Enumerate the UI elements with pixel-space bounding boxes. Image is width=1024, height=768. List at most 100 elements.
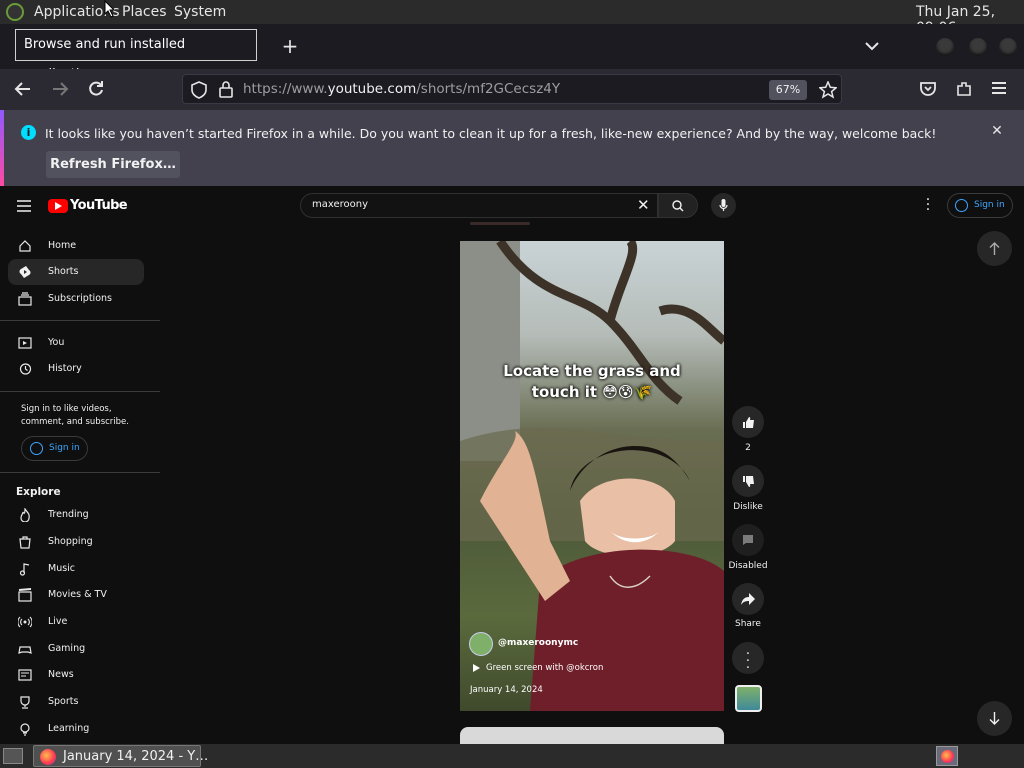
youtube-logo[interactable]: YouTube — [48, 198, 128, 214]
comments-button[interactable] — [732, 524, 764, 556]
clear-search-icon[interactable]: ✕ — [637, 197, 650, 213]
more-options-icon[interactable]: · · · — [925, 193, 931, 217]
sidebar-item-label: Live — [48, 616, 68, 627]
sidebar-item-trending[interactable]: Trending — [8, 502, 144, 528]
taskbar-window-button[interactable]: January 14, 2024 - Y… — [33, 745, 208, 767]
more-actions-button[interactable]: · · · — [732, 642, 764, 675]
forward-icon[interactable] — [51, 81, 69, 97]
sidebar-divider — [0, 320, 160, 321]
you-icon — [18, 337, 32, 349]
previous-short-edge — [470, 222, 530, 225]
sidebar-sign-in-button[interactable]: Sign in — [21, 436, 88, 461]
share-button[interactable] — [732, 583, 764, 615]
pocket-icon[interactable] — [919, 80, 937, 98]
distro-logo-icon[interactable] — [6, 3, 24, 21]
search-input[interactable]: maxeroony — [312, 199, 368, 210]
sidebar-item-music[interactable]: Music — [8, 556, 144, 582]
search-icon — [672, 200, 684, 212]
green-screen-credit[interactable]: Green screen with @okcron — [486, 663, 603, 673]
search-button[interactable] — [658, 193, 698, 218]
window-minimize-icon[interactable] — [936, 38, 954, 56]
firefox-mini-icon — [941, 750, 954, 763]
sound-avatar[interactable] — [735, 685, 762, 712]
sidebar-item-movies-tv[interactable]: Movies & TV — [8, 582, 144, 608]
thumbs-down-icon — [742, 476, 754, 487]
show-desktop-icon[interactable] — [3, 748, 23, 764]
back-icon[interactable] — [14, 81, 32, 97]
tab-list-chevron-icon[interactable] — [865, 41, 879, 51]
sidebar-item-live[interactable]: Live — [8, 609, 144, 635]
mouse-cursor-icon — [104, 0, 116, 18]
url-host: youtube.com — [327, 81, 417, 97]
sign-in-prompt: Sign in to like videos, comment, and sub… — [21, 404, 129, 427]
window-close-icon[interactable] — [999, 38, 1017, 56]
arrow-up-icon — [989, 242, 1000, 255]
sidebar-item-label: Gaming — [48, 643, 86, 654]
sidebar-divider — [0, 472, 160, 473]
sidebar-item-learning[interactable]: Learning — [8, 716, 144, 742]
live-icon — [18, 616, 32, 628]
home-icon — [19, 240, 31, 252]
play-triangle-icon — [55, 202, 62, 210]
share-icon — [741, 593, 755, 605]
sidebar-item-shopping[interactable]: Shopping — [8, 529, 144, 555]
url-prefix: https://www. — [243, 81, 328, 97]
sidebar-item-subscriptions[interactable]: Subscriptions — [8, 286, 144, 312]
new-tab-icon[interactable]: + — [280, 34, 300, 58]
learning-icon — [20, 723, 30, 736]
sidebar-item-label: You — [48, 337, 65, 348]
channel-avatar[interactable] — [469, 632, 493, 656]
video-caption: Locate the grass and touch it 😳😰🌾 — [460, 361, 724, 403]
sidebar-item-label: Music — [48, 563, 76, 574]
taskbar: January 14, 2024 - Y… — [0, 744, 1024, 768]
short-date: January 14, 2024 — [470, 685, 543, 695]
search-box[interactable]: maxeroony ✕ — [300, 193, 658, 218]
places-menu[interactable]: Places — [122, 4, 167, 20]
dislike-button[interactable] — [732, 465, 764, 497]
like-count: 2 — [745, 443, 751, 453]
news-icon — [18, 669, 32, 681]
extensions-icon[interactable] — [955, 80, 973, 98]
url-bar[interactable]: https://www.youtube.com/shorts/mf2GCecsz… — [182, 74, 842, 104]
bookmark-star-icon[interactable] — [819, 81, 837, 99]
trending-icon — [20, 508, 30, 522]
shopping-icon — [19, 536, 31, 549]
shield-icon[interactable] — [191, 81, 207, 99]
guide-menu-icon[interactable] — [17, 200, 31, 212]
sidebar-item-label: Shopping — [48, 536, 93, 547]
sidebar-item-you[interactable]: You — [8, 330, 144, 356]
lock-icon[interactable] — [219, 81, 233, 98]
sidebar-item-label: Shorts — [48, 266, 79, 277]
system-menu[interactable]: System — [174, 4, 226, 20]
previous-short-button[interactable] — [977, 231, 1012, 266]
channel-name[interactable]: @maxeroonymc — [498, 638, 578, 648]
comment-icon — [743, 535, 753, 545]
dislike-label: Dislike — [733, 502, 763, 512]
zoom-level-badge[interactable]: 67% — [769, 80, 807, 100]
refresh-firefox-button[interactable]: Refresh Firefox… — [46, 151, 180, 178]
hamburger-menu-icon[interactable] — [991, 81, 1007, 95]
sidebar-item-label: Trending — [48, 509, 89, 520]
like-button[interactable] — [732, 406, 764, 438]
sidebar-item-gaming[interactable]: Gaming — [8, 636, 144, 662]
reload-icon[interactable] — [87, 80, 105, 98]
sidebar-item-shorts[interactable]: Shorts — [8, 259, 144, 285]
sign-in-button[interactable]: Sign in — [947, 193, 1013, 218]
notification-close-icon[interactable]: ✕ — [990, 124, 1004, 138]
sidebar-item-news[interactable]: News — [8, 662, 144, 688]
sidebar-item-sports[interactable]: Sports — [8, 689, 144, 715]
workspace-switcher-icon[interactable] — [936, 746, 958, 766]
window-maximize-icon[interactable] — [969, 38, 987, 56]
sidebar-item-history[interactable]: History — [8, 356, 144, 382]
sidebar-item-label: History — [48, 363, 82, 374]
sidebar-item-home[interactable]: Home — [8, 233, 144, 259]
url-text[interactable]: https://www.youtube.com/shorts/mf2GCecsz… — [243, 81, 560, 97]
short-video-player[interactable]: Locate the grass and touch it 😳😰🌾 @maxer… — [460, 241, 724, 711]
next-short-button[interactable] — [977, 701, 1012, 736]
next-short-preview[interactable] — [460, 727, 724, 744]
sidebar-item-label: Movies & TV — [48, 589, 107, 600]
sidebar-item-label: Subscriptions — [48, 293, 112, 304]
voice-search-button[interactable] — [711, 193, 736, 218]
sign-in-label: Sign in — [49, 443, 80, 453]
url-path: /shorts/mf2GCecsz4Y — [416, 81, 561, 97]
